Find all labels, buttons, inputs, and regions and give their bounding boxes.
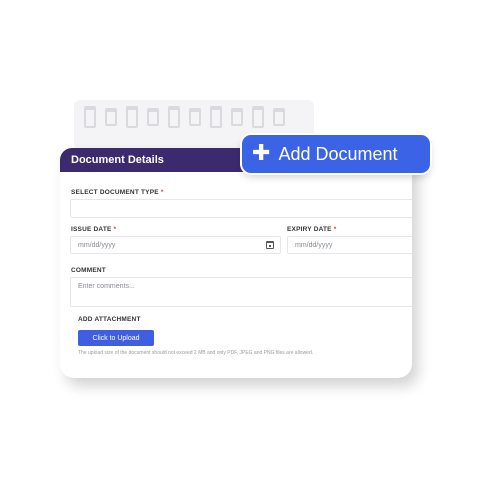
document-type-select[interactable] bbox=[70, 199, 412, 218]
issue-date-input[interactable]: mm/dd/yyyy bbox=[70, 236, 281, 254]
comment-label: COMMENT bbox=[71, 267, 106, 274]
background-glyph bbox=[252, 106, 264, 128]
comment-placeholder: Enter comments... bbox=[78, 283, 135, 290]
expiry-date-placeholder: mm/dd/yyyy bbox=[295, 242, 333, 249]
issue-date-placeholder: mm/dd/yyyy bbox=[78, 242, 116, 249]
background-glyph bbox=[189, 108, 201, 126]
document-details-card: Document Details SELECT DOCUMENT TYPE * … bbox=[60, 148, 412, 378]
background-glyph bbox=[126, 106, 138, 128]
card-title: Document Details bbox=[71, 154, 164, 166]
plus-icon: ✚ bbox=[252, 140, 271, 165]
background-glyph bbox=[273, 108, 285, 126]
background-glyph bbox=[231, 108, 243, 126]
attachment-label: ADD ATTACHMENT bbox=[78, 316, 141, 323]
background-calendar-glyphs bbox=[84, 106, 285, 128]
background-glyph bbox=[168, 106, 180, 128]
upload-hint: The upload size of the document should n… bbox=[78, 350, 314, 356]
background-glyph bbox=[147, 108, 159, 126]
add-document-label: Add Document bbox=[278, 143, 398, 164]
issue-date-label: ISSUE DATE * bbox=[71, 226, 117, 233]
expiry-date-input[interactable]: mm/dd/yyyy bbox=[287, 236, 412, 254]
upload-button[interactable]: Click to Upload bbox=[78, 330, 154, 346]
expiry-date-label: EXPIRY DATE * bbox=[287, 226, 337, 233]
calendar-icon[interactable] bbox=[266, 241, 274, 249]
comment-textarea[interactable]: Enter comments... bbox=[70, 277, 412, 307]
background-glyph bbox=[105, 108, 117, 126]
background-glyph bbox=[84, 106, 96, 128]
document-type-label: SELECT DOCUMENT TYPE * bbox=[71, 189, 164, 196]
add-document-button[interactable]: ✚ Add Document bbox=[242, 135, 430, 173]
background-glyph bbox=[210, 106, 222, 128]
